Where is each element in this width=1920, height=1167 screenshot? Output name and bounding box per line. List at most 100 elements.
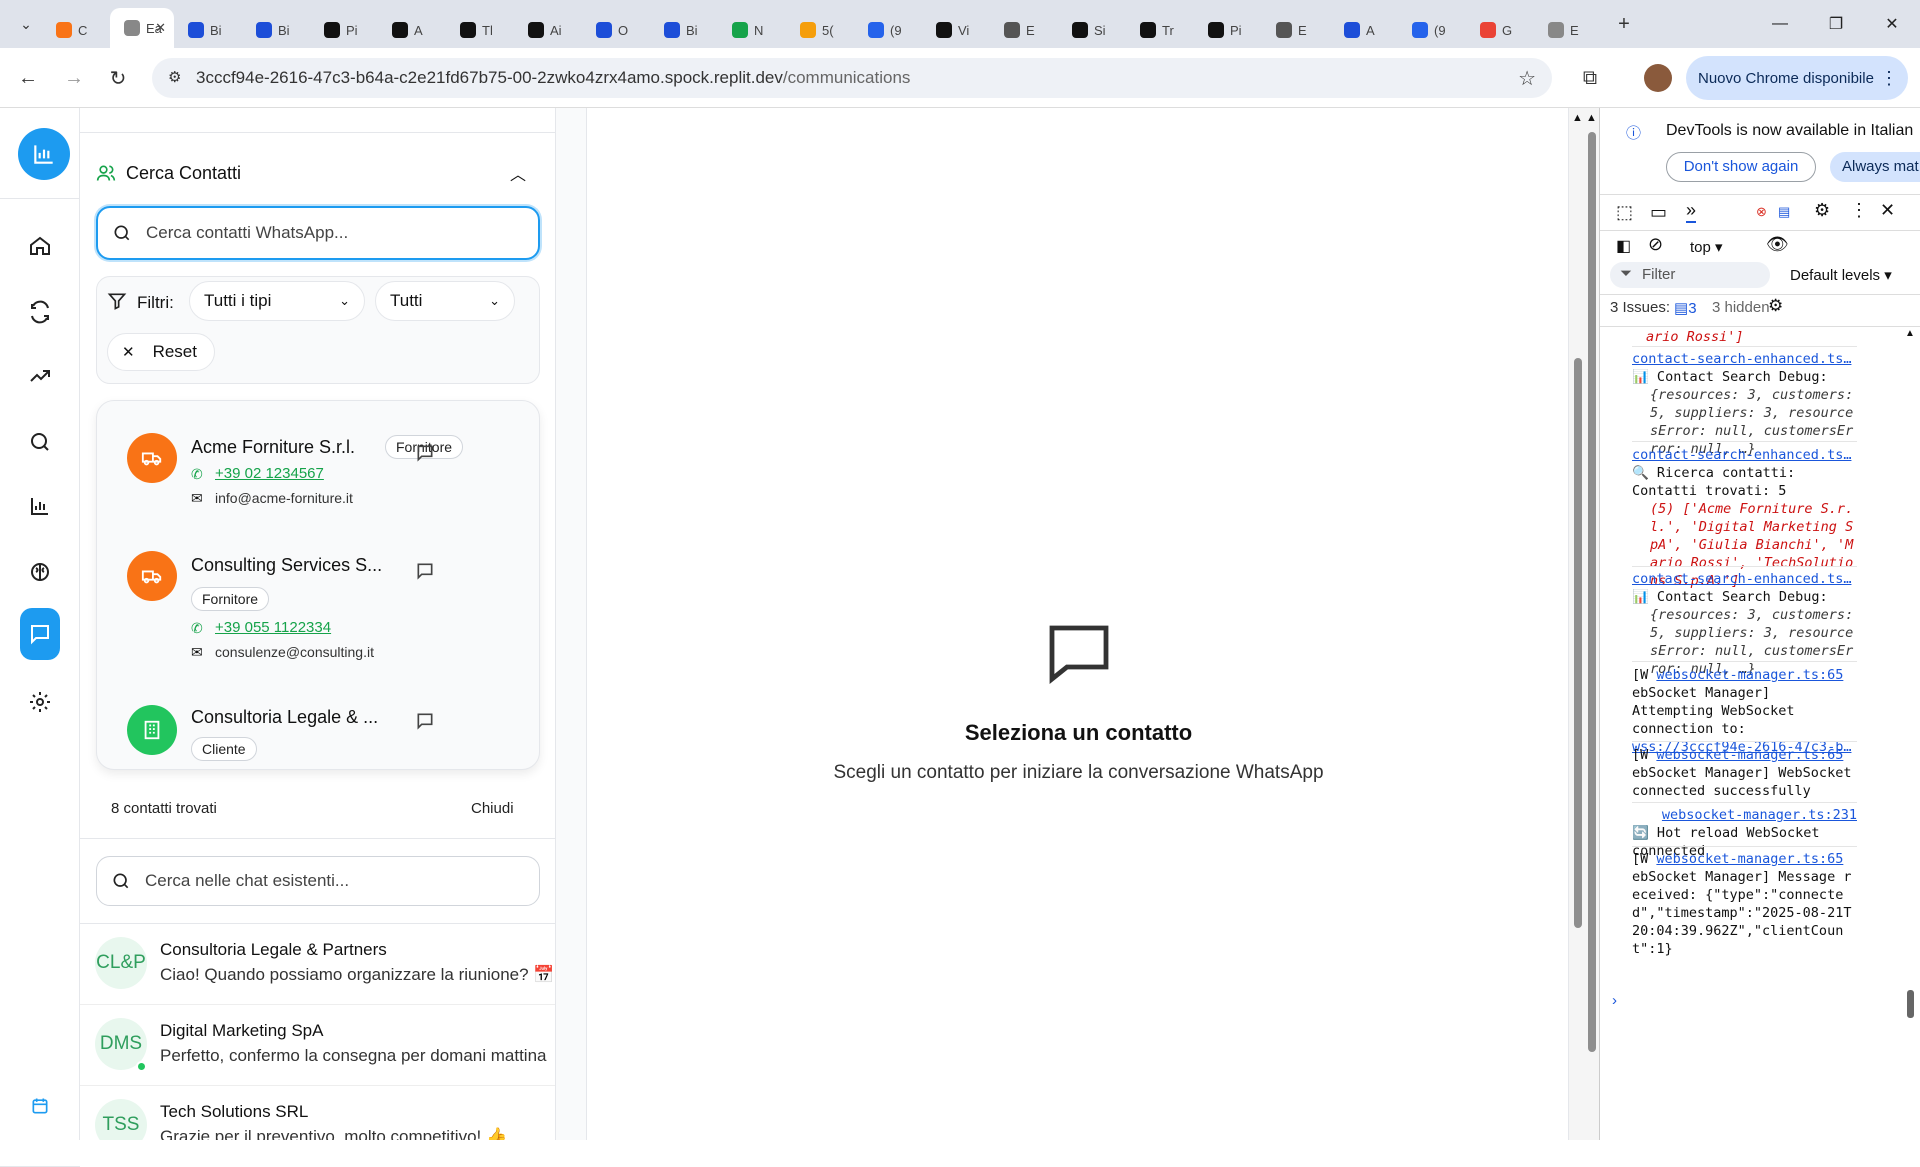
scrollbar-thumb[interactable]	[1907, 990, 1914, 1018]
browser-tab[interactable]: E	[1534, 12, 1602, 48]
scroll-up-arrow-icon[interactable]: ▲	[1572, 112, 1583, 124]
contact-card[interactable]: Acme Forniture S.r.l. Fornitore ✆ +39 02…	[127, 433, 527, 523]
contact-search-input[interactable]: Cerca contatti WhatsApp...	[96, 206, 540, 260]
scroll-up-arrow-icon[interactable]: ▲	[1586, 112, 1597, 124]
context-selector[interactable]: top ▾	[1690, 238, 1723, 256]
issues-badge[interactable]: ▤3	[1674, 299, 1697, 317]
settings-gear-icon[interactable]	[18, 680, 62, 724]
forward-arrow-icon[interactable]: →	[58, 62, 90, 94]
new-tab-plus-icon[interactable]: +	[1608, 8, 1640, 40]
brain-icon[interactable]	[18, 550, 62, 594]
browser-tab[interactable]: C	[42, 12, 110, 48]
always-match-button[interactable]: Always mat	[1830, 152, 1920, 182]
bookmark-star-icon[interactable]: ☆	[1518, 66, 1536, 91]
browser-tab[interactable]: Si	[1058, 12, 1126, 48]
live-expression-eye-icon[interactable]: 👁	[1766, 234, 1789, 255]
browser-tab[interactable]: Ai	[514, 12, 582, 48]
cerca-contatti-header[interactable]: Cerca Contatti ︿	[96, 158, 536, 188]
browser-tab[interactable]: E	[1262, 12, 1330, 48]
browser-tab[interactable]: Bi	[174, 12, 242, 48]
browser-tab[interactable]: A	[1330, 12, 1398, 48]
devtools-more-icon[interactable]: ⋮	[1850, 200, 1868, 221]
browser-tab[interactable]: N	[718, 12, 786, 48]
scroll-up-arrow-icon[interactable]: ▲	[1905, 328, 1915, 339]
console-scrollbar[interactable]: ▲	[1905, 328, 1917, 1128]
console-prompt-chevron-icon[interactable]: ›	[1612, 992, 1617, 1009]
bar-chart-icon[interactable]	[18, 484, 62, 528]
extensions-puzzle-icon[interactable]: ⧉	[1574, 62, 1606, 94]
back-arrow-icon[interactable]: ←	[12, 62, 44, 94]
inspect-element-icon[interactable]: ⬚	[1616, 202, 1633, 223]
browser-tab[interactable]: Ea ✕	[110, 8, 174, 48]
profile-avatar[interactable]	[1644, 64, 1672, 92]
messages-icon[interactable]	[20, 608, 60, 660]
clear-console-icon[interactable]: ⊘	[1648, 234, 1663, 255]
browser-tab[interactable]: A	[378, 12, 446, 48]
browser-tab[interactable]: (9	[854, 12, 922, 48]
source-link[interactable]: contact-search-enhanced.ts…	[1632, 446, 1857, 464]
issues-settings-gear-icon[interactable]: ⚙	[1768, 296, 1783, 316]
dont-show-again-button[interactable]: Don't show again	[1666, 152, 1816, 182]
source-link[interactable]: websocket-manager.ts:65	[1656, 747, 1843, 763]
chat-list-item[interactable]: TSS Tech Solutions SRL Grazie per il pre…	[80, 1086, 555, 1140]
browser-tab[interactable]: Pi	[310, 12, 378, 48]
contact-phone[interactable]: +39 02 1234567	[215, 465, 324, 482]
chat-list-item[interactable]: CL&P Consultoria Legale & Partners Ciao!…	[80, 924, 555, 1005]
browser-tab[interactable]: Pi	[1194, 12, 1262, 48]
browser-tab[interactable]: Bi	[242, 12, 310, 48]
sidebar-toggle-icon[interactable]: ◧	[1616, 236, 1631, 256]
browser-tab[interactable]: O	[582, 12, 650, 48]
url-field[interactable]: ⚙ 3cccf94e-2616-47c3-b64a-c2e21fd67b75-0…	[152, 58, 1552, 98]
scrollbar-thumb[interactable]	[1588, 132, 1596, 1052]
reset-button[interactable]: ✕ Reset	[107, 333, 215, 371]
browser-tab[interactable]: Tr	[1126, 12, 1194, 48]
chat-bubble-icon[interactable]	[415, 561, 435, 586]
page-scrollbar[interactable]: ▲ ▲	[1569, 108, 1599, 1140]
app-logo-chart-icon[interactable]	[18, 128, 70, 180]
error-count-icon[interactable]: ⊗	[1756, 204, 1767, 220]
browser-tab[interactable]: E	[990, 12, 1058, 48]
contact-card[interactable]: Consultoria Legale & ... Cliente	[127, 705, 527, 769]
close-window-icon[interactable]: ✕	[1864, 0, 1920, 48]
minimize-icon[interactable]: —	[1752, 0, 1808, 48]
contact-card[interactable]: Consulting Services S... Fornitore ✆ +39…	[127, 551, 527, 660]
close-tab-icon[interactable]: ✕	[155, 20, 166, 36]
calendar-icon[interactable]	[18, 1084, 62, 1128]
chat-bubble-icon[interactable]	[415, 711, 435, 736]
chat-bubble-icon[interactable]	[415, 443, 437, 462]
source-link[interactable]: websocket-manager.ts:231	[1662, 807, 1857, 823]
browser-tab[interactable]: G	[1466, 12, 1534, 48]
type-select[interactable]: Tutti i tipi ⌄	[189, 281, 365, 321]
browser-tab[interactable]: Bi	[650, 12, 718, 48]
chat-list-item[interactable]: DMS Digital Marketing SpA Perfetto, conf…	[80, 1005, 555, 1086]
chat-search-input[interactable]: Cerca nelle chat esistenti...	[96, 856, 540, 906]
devtools-close-icon[interactable]: ✕	[1880, 200, 1895, 221]
contact-phone[interactable]: +39 055 1122334	[215, 619, 331, 636]
source-link[interactable]: contact-search-enhanced.ts…	[1632, 570, 1857, 588]
chevron-up-icon[interactable]: ︿	[510, 161, 526, 185]
console-filter-input[interactable]: ⏷ Filter	[1610, 262, 1770, 288]
home-icon[interactable]	[18, 224, 62, 268]
browser-tab[interactable]: (9	[1398, 12, 1466, 48]
browser-tab[interactable]: Tl	[446, 12, 514, 48]
message-count-icon[interactable]: ▤	[1778, 204, 1790, 220]
site-info-icon[interactable]: ⚙	[168, 68, 181, 86]
source-link[interactable]: websocket-manager.ts:65	[1656, 851, 1843, 867]
source-link[interactable]: websocket-manager.ts:65	[1656, 667, 1843, 683]
more-tabs-icon[interactable]: »	[1686, 200, 1697, 223]
sync-icon[interactable]	[18, 290, 62, 334]
reload-icon[interactable]: ↻	[102, 62, 134, 94]
more-vert-icon[interactable]: ⋮	[1880, 68, 1898, 89]
trending-up-icon[interactable]	[18, 354, 62, 398]
devtools-settings-gear-icon[interactable]: ⚙	[1814, 200, 1830, 221]
chrome-update-button[interactable]: Nuovo Chrome disponibile ⋮	[1686, 56, 1908, 100]
restore-icon[interactable]: ❐	[1808, 0, 1864, 48]
source-link[interactable]: contact-search-enhanced.ts…	[1632, 350, 1857, 368]
browser-tab[interactable]: Vi	[922, 12, 990, 48]
browser-tab[interactable]: 5(	[786, 12, 854, 48]
status-select[interactable]: Tutti ⌄	[375, 281, 515, 321]
search-icon[interactable]	[18, 420, 62, 464]
close-results-button[interactable]: Chiudi	[471, 800, 514, 817]
device-toggle-icon[interactable]: ▭	[1650, 202, 1667, 223]
tab-search-chevron-icon[interactable]: ⌄	[10, 8, 42, 40]
